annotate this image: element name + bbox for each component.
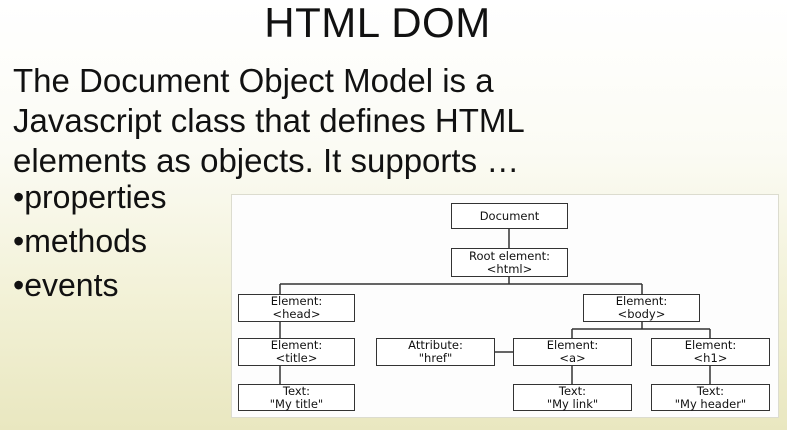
node-head: Element: <head>	[238, 294, 355, 322]
node-document: Document	[451, 203, 568, 229]
node-title: Element: <title>	[238, 338, 355, 366]
node-value: <title>	[275, 351, 318, 365]
node-label: Root element:	[468, 248, 550, 263]
node-value: "href"	[418, 351, 453, 365]
node-label: Text:	[558, 383, 587, 398]
intro-line: Javascript class that defines HTML	[13, 102, 525, 139]
node-value: <a>	[559, 351, 586, 365]
node-body: Element: <body>	[583, 294, 700, 322]
bullet-item-properties: •properties	[13, 179, 167, 215]
node-attribute: Attribute: "href"	[376, 338, 495, 366]
bullet-item-events: •events	[13, 267, 119, 303]
slide-title: HTML DOM	[264, 0, 491, 46]
bullet-list: •properties •methods •events	[13, 175, 167, 307]
node-text-title: Text: "My title"	[238, 384, 355, 411]
node-value: "My link"	[546, 396, 599, 411]
node-value: "My title"	[269, 396, 324, 411]
node-value: <body>	[617, 307, 666, 321]
node-label: Text:	[696, 383, 725, 398]
node-value: <head>	[272, 307, 321, 321]
dom-tree-diagram: Document Root element: <html> Element: <…	[231, 194, 779, 418]
node-h1: Element: <h1>	[651, 338, 770, 366]
node-value: "My header"	[674, 396, 747, 411]
node-text-header: Text: "My header"	[651, 384, 770, 411]
intro-line: The Document Object Model is a	[13, 62, 494, 99]
bullet-item-methods: •methods	[13, 223, 147, 259]
node-label: Document	[479, 208, 540, 223]
node-label: Text:	[282, 383, 311, 398]
intro-paragraph: The Document Object Model is a Javascrip…	[13, 61, 733, 181]
node-root-element: Root element: <html>	[451, 248, 568, 277]
node-value: <html>	[486, 261, 533, 276]
node-a: Element: <a>	[513, 338, 632, 366]
node-value: <h1>	[693, 351, 728, 365]
node-text-link: Text: "My link"	[513, 384, 632, 411]
